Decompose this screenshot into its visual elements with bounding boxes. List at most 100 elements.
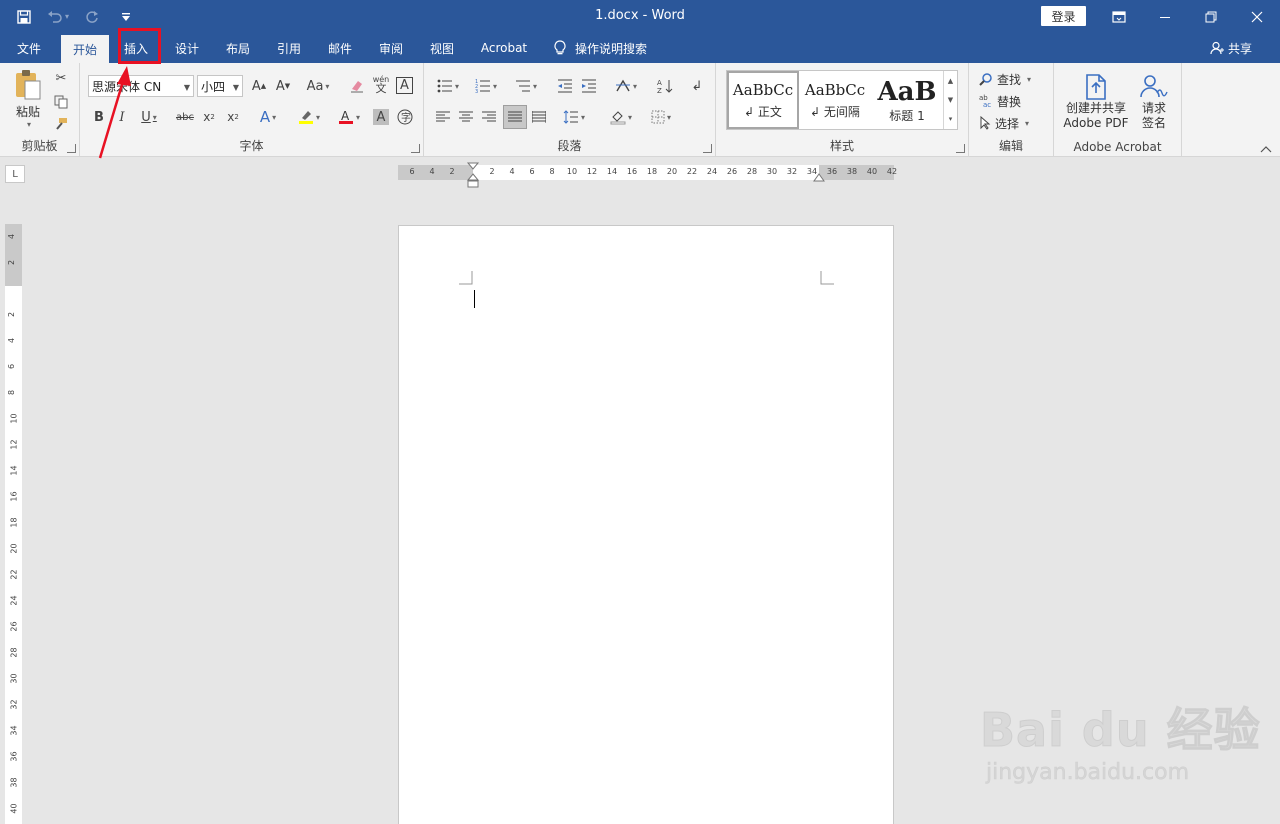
close-icon[interactable] bbox=[1234, 0, 1280, 33]
window-title: 1.docx - Word bbox=[595, 8, 685, 23]
document-page[interactable] bbox=[398, 225, 894, 824]
signature-icon bbox=[1140, 75, 1168, 98]
login-button[interactable]: 登录 bbox=[1041, 6, 1086, 26]
increase-indent-icon[interactable] bbox=[578, 75, 600, 97]
shrink-font-icon[interactable]: A ▼ bbox=[272, 75, 294, 97]
style-normal[interactable]: AaBbCc ↲ 正文 bbox=[727, 71, 799, 129]
subscript-icon[interactable]: x2 bbox=[198, 106, 220, 128]
numbering-icon[interactable]: 1 2 3 ▾ bbox=[470, 75, 502, 97]
tab-layout[interactable]: 布局 bbox=[215, 33, 261, 63]
align-right-icon[interactable] bbox=[478, 106, 500, 128]
copy-icon[interactable] bbox=[50, 91, 72, 113]
scroll-down-icon[interactable]: ▼ bbox=[948, 96, 953, 104]
tell-me-search[interactable]: 操作说明搜索 bbox=[553, 33, 647, 63]
justify-icon[interactable] bbox=[503, 105, 527, 129]
share-button[interactable]: 共享 bbox=[1210, 33, 1252, 63]
change-case-button[interactable]: Aa ▾ bbox=[302, 75, 334, 97]
tab-review[interactable]: 审阅 bbox=[368, 33, 414, 63]
font-name-value: 思源宋体 CN bbox=[92, 79, 162, 94]
show-formatting-marks-icon[interactable]: ↲ bbox=[686, 75, 708, 97]
select-button[interactable]: 选择 ▾ bbox=[979, 113, 1029, 133]
paste-icon bbox=[16, 70, 41, 100]
select-label: 选择 bbox=[995, 116, 1020, 131]
paste-button[interactable]: 粘贴 ▾ bbox=[8, 67, 48, 131]
tab-mailings[interactable]: 邮件 bbox=[317, 33, 363, 63]
font-dialog-launcher[interactable] bbox=[411, 144, 420, 153]
ruler-tick: 26 bbox=[9, 621, 19, 632]
line-spacing-icon[interactable]: ▾ bbox=[558, 106, 590, 128]
tab-file[interactable]: 文件 bbox=[6, 33, 52, 63]
font-color-icon[interactable]: A ▾ bbox=[332, 106, 366, 128]
font-size-dropdown[interactable]: 小四 ▼ bbox=[197, 75, 243, 97]
person-icon bbox=[1210, 41, 1224, 55]
title-bar: ▾ 1.docx - Word 登录 bbox=[0, 0, 1280, 33]
enclose-characters-icon[interactable]: 字 bbox=[394, 106, 416, 128]
italic-icon[interactable]: I bbox=[111, 106, 133, 128]
ruler-tick: 38 bbox=[9, 777, 19, 788]
ruler-tick: 4 bbox=[429, 167, 435, 176]
format-painter-icon[interactable] bbox=[50, 113, 72, 135]
sign-label-2: 签名 bbox=[1141, 116, 1166, 130]
right-indent-marker[interactable] bbox=[812, 171, 826, 183]
styles-gallery-scroll[interactable]: ▲ ▼ ▾ bbox=[943, 71, 957, 129]
find-label: 查找 bbox=[997, 72, 1022, 87]
gallery-more-icon[interactable]: ▾ bbox=[949, 115, 953, 123]
ruler-tick: 12 bbox=[586, 167, 598, 176]
style-no-spacing[interactable]: AaBbCc ↲ 无间隔 bbox=[799, 71, 871, 129]
request-signature-button[interactable]: 请求 签名 bbox=[1134, 69, 1174, 135]
text-effects-icon[interactable]: A ▾ bbox=[252, 106, 284, 128]
superscript-icon[interactable]: x2 bbox=[222, 106, 244, 128]
sort-icon[interactable]: AZ bbox=[654, 75, 676, 97]
indent-markers[interactable] bbox=[466, 162, 480, 188]
find-button[interactable]: 查找 ▾ bbox=[979, 69, 1031, 89]
clipboard-dialog-launcher[interactable] bbox=[67, 144, 76, 153]
bullets-icon[interactable]: ▾ bbox=[432, 75, 464, 97]
strikethrough-icon[interactable]: abc bbox=[174, 106, 196, 128]
watermark-sub: jingyan.baidu.com bbox=[986, 760, 1190, 786]
phonetic-guide-icon[interactable]: wén 文 bbox=[370, 73, 392, 95]
restore-icon[interactable] bbox=[1188, 0, 1234, 33]
decrease-indent-icon[interactable] bbox=[554, 75, 576, 97]
ruler-tick: 6 bbox=[409, 167, 415, 176]
chinese-layout-icon[interactable]: ▾ bbox=[610, 75, 642, 97]
character-border-icon[interactable]: A bbox=[396, 77, 413, 94]
ruler-tick: 2 bbox=[449, 167, 455, 176]
vertical-ruler[interactable]: 4 2 2 4 6 8 10 12 14 16 18 20 22 24 26 28 30 32 34 36 38 40 bbox=[5, 224, 22, 824]
replace-button[interactable]: ab ac 替换 bbox=[979, 91, 1021, 111]
tab-acrobat[interactable]: Acrobat bbox=[472, 33, 536, 63]
character-shading-icon[interactable]: A bbox=[373, 109, 389, 125]
ruler-tick: 36 bbox=[826, 167, 838, 176]
ruler-tick: 12 bbox=[9, 439, 19, 450]
tab-references[interactable]: 引用 bbox=[266, 33, 312, 63]
multilevel-list-icon[interactable]: ▾ bbox=[510, 75, 542, 97]
paragraph-group: ▾ 1 2 3 ▾ ▾ ▾ AZ ↲ ▾ ▾ ▾ 段落 bbox=[424, 63, 716, 157]
borders-icon[interactable]: ▾ bbox=[644, 106, 678, 128]
baidu-jingyan-watermark: Bai du 经验 jingyan.baidu.com bbox=[980, 686, 1270, 796]
paragraph-dialog-launcher[interactable] bbox=[703, 144, 712, 153]
tab-design[interactable]: 设计 bbox=[164, 33, 210, 63]
minimize-icon[interactable] bbox=[1142, 0, 1188, 33]
clear-formatting-icon[interactable] bbox=[346, 75, 368, 97]
tab-selector[interactable]: L bbox=[5, 165, 25, 183]
styles-dialog-launcher[interactable] bbox=[956, 144, 965, 153]
horizontal-ruler[interactable]: 6 4 2 2 4 6 8 10 12 14 16 18 20 22 24 26 28 30 32 34 36 38 40 4… bbox=[398, 162, 897, 188]
highlight-color-icon[interactable]: ▾ bbox=[292, 106, 326, 128]
align-center-icon[interactable] bbox=[455, 106, 477, 128]
distributed-icon[interactable] bbox=[528, 106, 550, 128]
underline-icon[interactable]: U ▾ bbox=[134, 106, 164, 128]
ribbon-display-options-icon[interactable] bbox=[1096, 0, 1142, 33]
replace-label: 替换 bbox=[997, 94, 1022, 109]
cut-icon[interactable]: ✂ bbox=[50, 67, 72, 89]
scroll-up-icon[interactable]: ▲ bbox=[948, 77, 953, 85]
align-left-icon[interactable] bbox=[432, 106, 454, 128]
collapse-ribbon-icon[interactable] bbox=[1258, 143, 1274, 155]
grow-font-icon[interactable]: A ▲ bbox=[248, 75, 270, 97]
bold-icon[interactable]: B bbox=[88, 106, 110, 128]
create-pdf-label-2: Adobe PDF bbox=[1063, 116, 1129, 130]
create-share-pdf-button[interactable]: 创建并共享 Adobe PDF bbox=[1060, 69, 1132, 135]
tab-view[interactable]: 视图 bbox=[419, 33, 465, 63]
font-name-dropdown[interactable]: 思源宋体 CN ▼ bbox=[88, 75, 194, 97]
style-heading-1[interactable]: AaB 标题 1 bbox=[871, 71, 943, 129]
tab-home[interactable]: 开始 bbox=[61, 35, 109, 63]
shading-icon[interactable]: ▾ bbox=[604, 106, 638, 128]
